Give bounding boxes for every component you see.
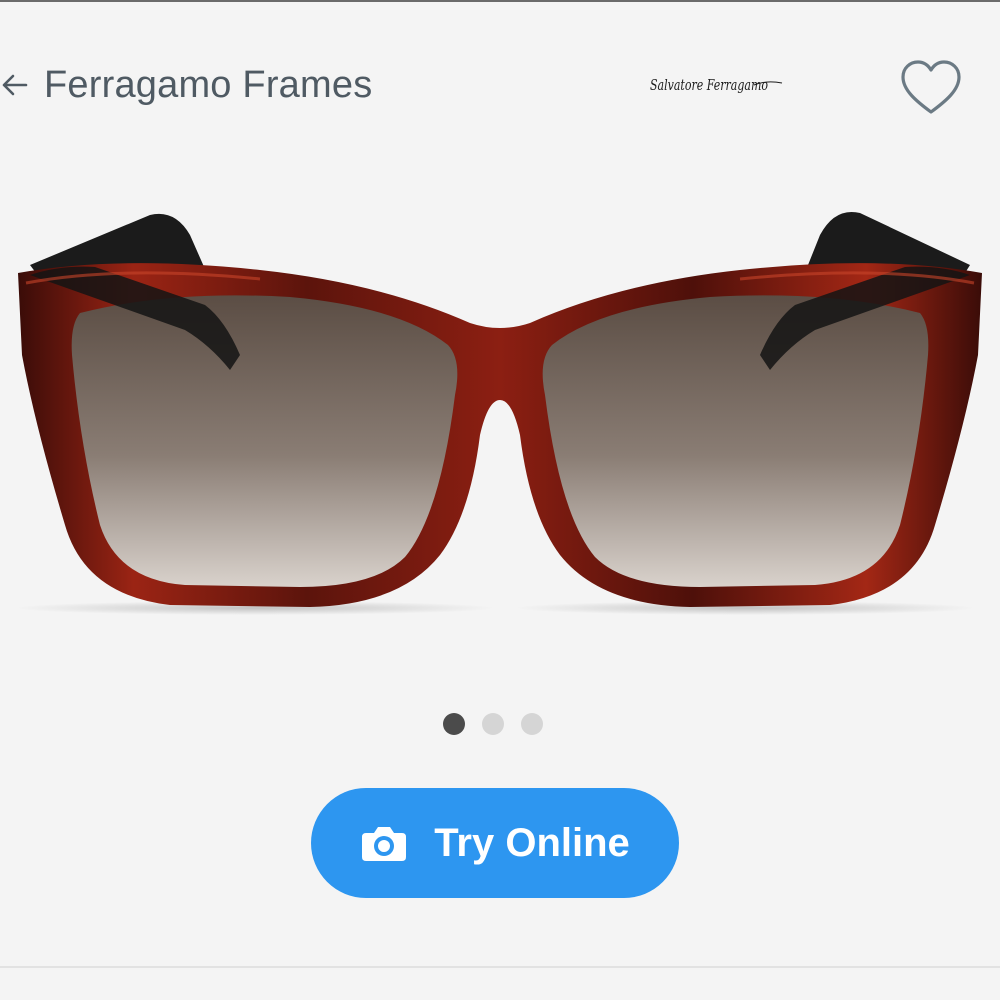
- carousel-dot[interactable]: [443, 713, 465, 735]
- camera-icon: [362, 827, 407, 861]
- brand-logo: Salvatore Ferragamo: [650, 76, 783, 94]
- back-button[interactable]: Ferragamo Frames: [0, 60, 372, 110]
- sunglasses-image: [15, 211, 982, 615]
- carousel-dot[interactable]: [521, 713, 543, 735]
- heart-outline-icon: [901, 60, 961, 114]
- try-online-label: Try Online: [434, 820, 630, 865]
- app-header: Ferragamo Frames Salvatore Ferragamo: [0, 0, 1000, 170]
- bottom-divider: [0, 966, 1000, 968]
- page-title: Ferragamo Frames: [44, 63, 373, 106]
- svg-text:Salvatore Ferragamo: Salvatore Ferragamo: [650, 76, 768, 94]
- arrow-left-icon: [2, 74, 28, 96]
- carousel-dot[interactable]: [482, 713, 504, 735]
- favorite-button[interactable]: [896, 56, 966, 120]
- product-image[interactable]: [0, 195, 1000, 635]
- carousel-indicator: [443, 712, 543, 736]
- try-online-button[interactable]: Try Online: [311, 788, 679, 898]
